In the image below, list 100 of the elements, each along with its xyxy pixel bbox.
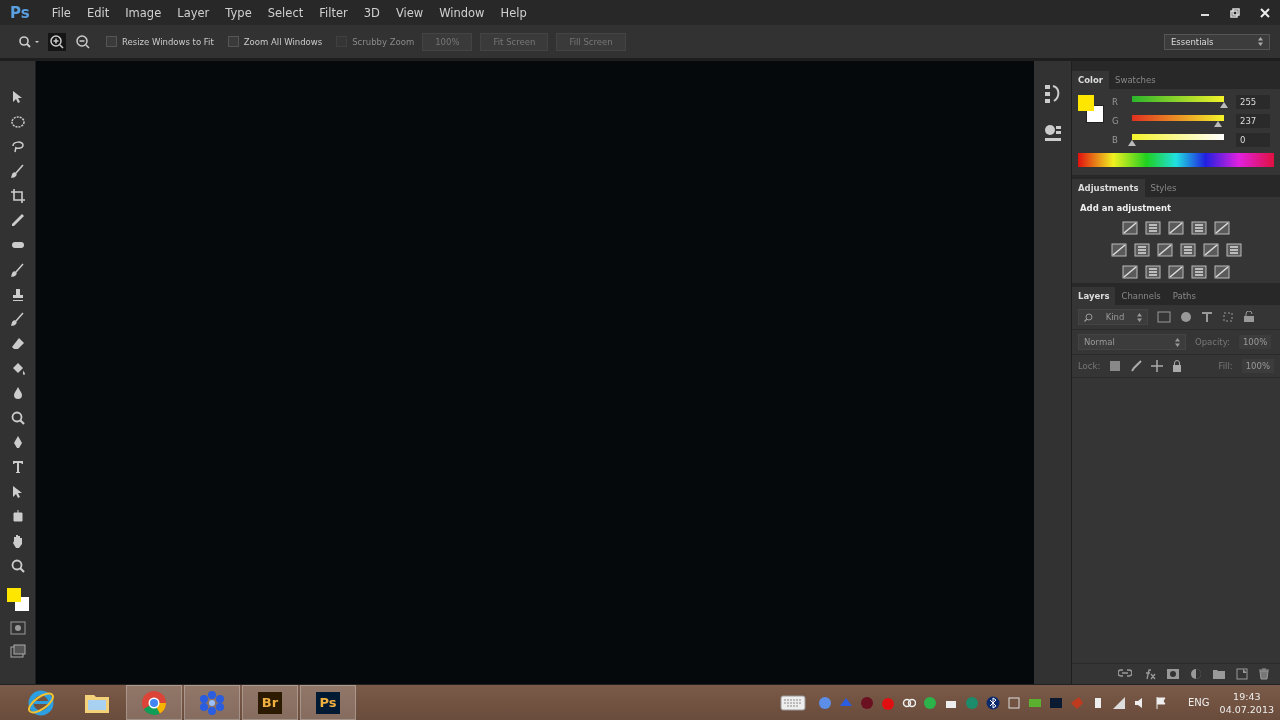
blend-mode-dropdown[interactable]: Normal xyxy=(1078,334,1186,350)
color-spectrum[interactable] xyxy=(1078,153,1274,167)
adjustment-icon[interactable] xyxy=(1214,221,1230,235)
menu-item[interactable]: Type xyxy=(217,5,260,20)
adjustment-layer-icon[interactable] xyxy=(1190,668,1202,680)
lock-pixels-icon[interactable] xyxy=(1109,360,1122,372)
zoom-out-icon[interactable] xyxy=(74,32,92,51)
magnifier-icon[interactable] xyxy=(18,34,40,49)
panel-tab[interactable]: Paths xyxy=(1166,287,1202,305)
menu-item[interactable]: 3D xyxy=(355,5,388,20)
move-cross-icon[interactable] xyxy=(1151,360,1164,372)
tray-app-icon[interactable] xyxy=(1007,695,1022,710)
signal-icon[interactable] xyxy=(1112,695,1127,710)
tool-brush-icon[interactable] xyxy=(9,163,26,180)
tray-app-icon[interactable] xyxy=(1049,695,1064,710)
fill-field[interactable]: 100% xyxy=(1241,359,1274,373)
checkbox-label: Scrubby Zoom xyxy=(352,36,415,47)
color-swatches[interactable] xyxy=(5,586,30,613)
adjustment-icon[interactable] xyxy=(1145,221,1161,235)
menu-item[interactable]: Edit xyxy=(78,5,118,20)
workspace-dropdown[interactable]: Essentials xyxy=(1164,33,1270,50)
lock-icon[interactable] xyxy=(1172,360,1183,372)
adjustment-icon[interactable] xyxy=(1191,221,1207,235)
adjustment-icon[interactable] xyxy=(1110,243,1127,257)
adjustment-icon[interactable] xyxy=(1179,243,1196,257)
checkbox[interactable] xyxy=(227,36,239,47)
adjustment-icon[interactable] xyxy=(1191,265,1207,279)
new-layer-icon[interactable] xyxy=(1236,668,1248,680)
channel-value-field[interactable]: 0 xyxy=(1236,133,1270,147)
type-filter-icon[interactable] xyxy=(1201,311,1213,323)
flag-icon[interactable] xyxy=(1154,695,1169,710)
clock-time[interactable]: 19:43 xyxy=(1233,689,1261,703)
trash-icon[interactable] xyxy=(1258,668,1270,680)
app-icon[interactable]: Ps xyxy=(300,685,356,720)
chrome-app-icon[interactable] xyxy=(126,685,182,720)
panel-tab[interactable]: Styles xyxy=(1144,179,1183,197)
menu-item[interactable]: Layer xyxy=(169,5,218,20)
opacity-label: Opacity: xyxy=(1195,337,1230,347)
adjustment-filter-icon[interactable] xyxy=(1180,311,1192,323)
language-indicator[interactable]: ENG xyxy=(1188,697,1210,708)
app-icon[interactable]: Br xyxy=(242,685,298,720)
menu-item[interactable]: Select xyxy=(259,5,312,20)
screen-mode-icon[interactable] xyxy=(9,644,26,659)
adjustment-icon[interactable] xyxy=(1156,243,1173,257)
slider-thumb[interactable] xyxy=(1213,121,1222,127)
panel-tab[interactable]: Layers xyxy=(1072,287,1116,305)
tool-dropper-icon[interactable] xyxy=(9,212,26,229)
brush-icon[interactable] xyxy=(1130,360,1143,372)
checkbox[interactable] xyxy=(106,36,117,47)
panel-tab[interactable]: Color xyxy=(1072,71,1110,89)
adjustment-icon[interactable] xyxy=(1225,243,1242,257)
smart-object-filter-icon[interactable] xyxy=(1243,311,1255,323)
history-icon[interactable] xyxy=(1043,83,1062,105)
menu-item[interactable]: Image xyxy=(117,5,170,20)
tool-brush-icon[interactable] xyxy=(9,311,26,328)
filter-dropdown[interactable]: Kind xyxy=(1078,309,1148,325)
adjustment-icon[interactable] xyxy=(1214,265,1230,279)
slider-thumb[interactable] xyxy=(1128,140,1136,146)
app-logo: Ps xyxy=(9,3,31,22)
tool-eraser-icon[interactable] xyxy=(9,335,26,352)
panel-tab[interactable]: Swatches xyxy=(1109,71,1162,89)
mask-icon[interactable] xyxy=(1166,668,1180,680)
adjustment-icon[interactable] xyxy=(1122,221,1138,235)
image-filter-icon[interactable] xyxy=(1157,311,1171,323)
channel-label: R xyxy=(1112,97,1119,107)
adjustment-icon[interactable] xyxy=(1202,243,1219,257)
channel-label: G xyxy=(1112,116,1120,126)
slider-thumb[interactable] xyxy=(1220,102,1228,108)
adjustment-icon[interactable] xyxy=(1168,221,1184,235)
tool-magnifier-icon[interactable] xyxy=(9,409,26,426)
clock-date[interactable]: 04.07.2013 xyxy=(1219,702,1274,716)
menu-item[interactable]: Filter xyxy=(311,5,356,20)
menu-item[interactable]: View xyxy=(387,5,432,20)
panel-tab[interactable]: Adjustments xyxy=(1072,179,1145,197)
checkbox-label: Zoom All Windows xyxy=(243,36,323,47)
tool-crop-icon[interactable] xyxy=(9,187,26,204)
tool-lasso-icon[interactable] xyxy=(9,138,26,155)
tool-ellipse-icon[interactable] xyxy=(9,113,26,130)
lock-label: Lock: xyxy=(1078,361,1101,371)
link-icon[interactable] xyxy=(1118,668,1132,678)
channel-value-field[interactable]: 237 xyxy=(1236,114,1270,128)
menu-item[interactable]: File xyxy=(43,5,79,20)
keyboard-icon[interactable] xyxy=(780,694,807,711)
zoom-in-icon[interactable] xyxy=(48,32,66,51)
adjustment-icon[interactable] xyxy=(1133,243,1150,257)
tool-magnifier-icon[interactable] xyxy=(9,558,26,575)
properties-icon[interactable] xyxy=(1043,123,1062,143)
quick-mask-icon[interactable] xyxy=(9,621,26,636)
bluetooth-icon[interactable] xyxy=(986,695,1001,710)
panel-tab[interactable]: Channels xyxy=(1115,287,1167,305)
adjustment-icon[interactable] xyxy=(1168,265,1184,279)
menu-item[interactable]: Help xyxy=(492,5,535,20)
adjustment-icon[interactable] xyxy=(1122,265,1138,279)
adjustment-icon[interactable] xyxy=(1145,265,1161,279)
color-swatches[interactable] xyxy=(1078,95,1106,125)
tool-brush-icon[interactable] xyxy=(9,261,26,278)
opacity-field[interactable]: 100% xyxy=(1238,335,1272,349)
channel-value-field[interactable]: 255 xyxy=(1236,95,1270,109)
menu-item[interactable]: Window xyxy=(431,5,493,20)
folder-icon[interactable] xyxy=(1212,668,1226,680)
